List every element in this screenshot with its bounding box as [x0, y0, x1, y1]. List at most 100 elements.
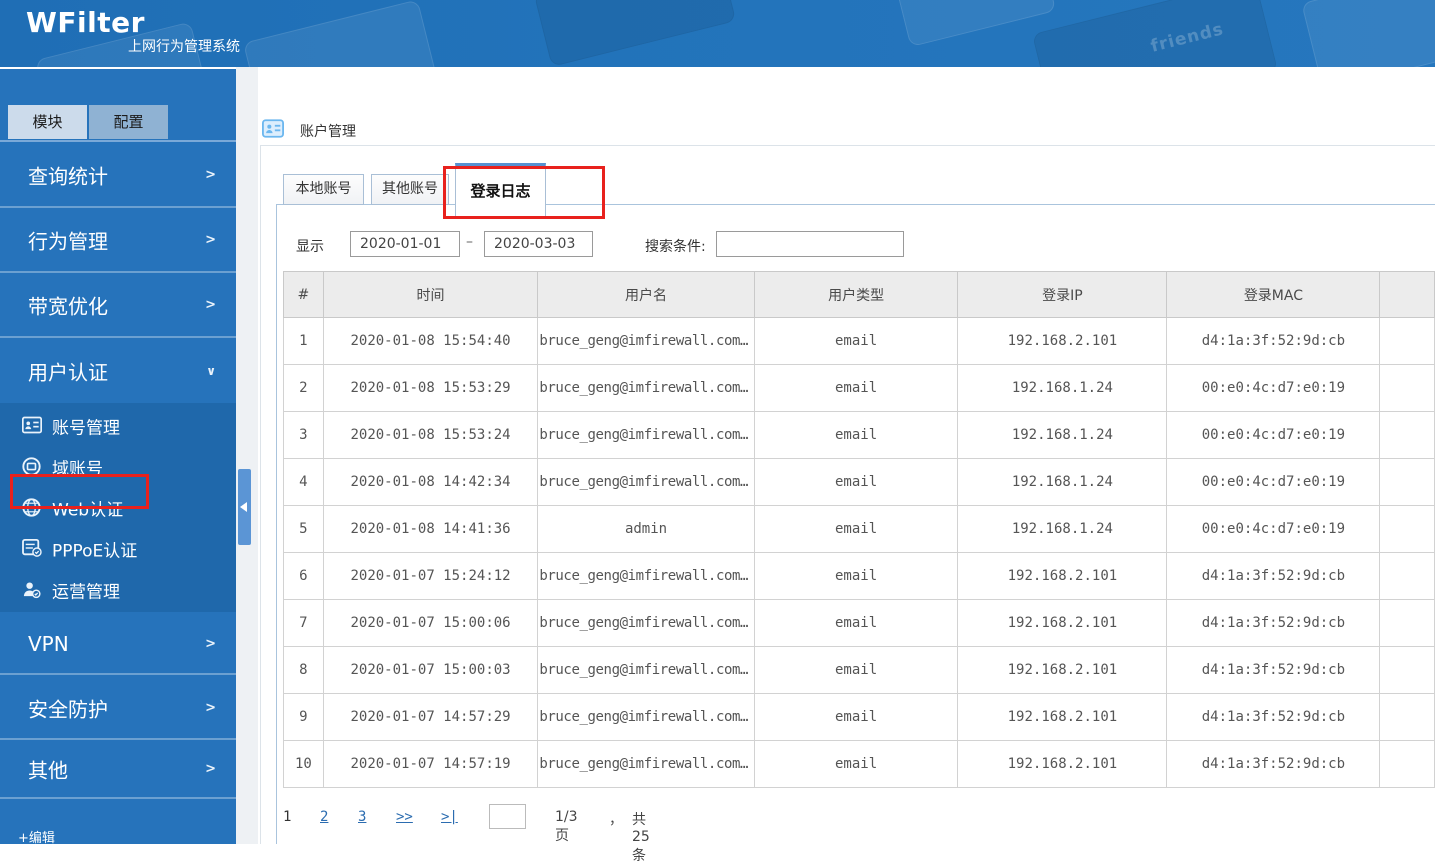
- date-range-dash: –: [466, 234, 473, 250]
- time-cell: 2020-01-07 15:00:03: [322, 646, 539, 694]
- page-link-3[interactable]: 3: [358, 809, 366, 825]
- page-number-input[interactable]: [489, 804, 526, 829]
- username-cell: bruce_geng@imfirewall.com…: [537, 364, 755, 412]
- row-index-cell: 4: [283, 458, 324, 506]
- mac-cell: d4:1a:3f:52:9d:cb: [1166, 317, 1381, 365]
- page-last-button[interactable]: >|: [441, 809, 458, 825]
- username-cell: admin: [537, 505, 755, 553]
- operator-user-icon: [22, 580, 42, 600]
- sidebar-item-label: 带宽优化: [28, 294, 108, 318]
- chevron-right-icon: >: [205, 167, 216, 182]
- time-cell: 2020-01-07 15:00:06: [322, 599, 539, 647]
- usertype-cell: email: [753, 317, 959, 365]
- page-next-button[interactable]: >>: [396, 809, 413, 825]
- ip-cell: 192.168.2.101: [957, 599, 1168, 647]
- sidebar-item-security[interactable]: 安全防护 >: [0, 677, 236, 740]
- chevron-right-icon: >: [205, 232, 216, 247]
- mac-cell: d4:1a:3f:52:9d:cb: [1166, 740, 1381, 788]
- sidebar-item-other[interactable]: 其他 >: [0, 742, 236, 795]
- sidebar-item-operation-mgmt[interactable]: 运营管理: [0, 569, 236, 610]
- app-logo: WFilter: [26, 6, 145, 39]
- chevron-right-icon: >: [205, 297, 216, 312]
- ip-cell: 192.168.2.101: [957, 646, 1168, 694]
- overflow-cell: [1379, 458, 1435, 506]
- sidebar-item-domain-account[interactable]: 域账号: [0, 446, 236, 487]
- sidebar-item-label: 安全防护: [28, 697, 108, 721]
- ip-cell: 192.168.1.24: [957, 411, 1168, 459]
- table-row: 1 2020-01-08 15:54:40 bruce_geng@imfirewal…: [283, 317, 1435, 365]
- column-header-login-ip: 登录IP: [957, 271, 1168, 318]
- sidebar-item-bandwidth[interactable]: 带宽优化 >: [0, 273, 236, 338]
- page-info: 1/3页: [555, 809, 578, 844]
- sidebar-item-web-auth[interactable]: Web认证: [0, 487, 236, 528]
- table-row: 7 2020-01-07 15:00:06 bruce_geng@imfirewal…: [283, 599, 1435, 647]
- usertype-cell: email: [753, 740, 959, 788]
- username-cell: bruce_geng@imfirewall.com…: [537, 458, 755, 506]
- tab-panel-border: [276, 204, 1435, 205]
- overflow-cell: [1379, 740, 1435, 788]
- sidebar-item-pppoe-auth[interactable]: PPPoE认证: [0, 528, 236, 569]
- overflow-cell: [1379, 364, 1435, 412]
- usertype-cell: email: [753, 599, 959, 647]
- sidebar-tab-modules[interactable]: 模块: [8, 105, 87, 139]
- tab-other-accounts[interactable]: 其他账号: [371, 174, 449, 205]
- sidebar-item-label: Web认证: [52, 500, 124, 520]
- sidebar-item-label: 查询统计: [28, 164, 108, 188]
- search-input[interactable]: [716, 231, 904, 257]
- row-index-cell: 8: [283, 646, 324, 694]
- time-cell: 2020-01-08 15:53:24: [322, 411, 539, 459]
- table-row: 4 2020-01-08 14:42:34 bruce_geng@imfirewal…: [283, 458, 1435, 506]
- ip-cell: 192.168.1.24: [957, 458, 1168, 506]
- sidebar-tab-config[interactable]: 配置: [89, 105, 168, 139]
- table-row: 3 2020-01-08 15:53:24 bruce_geng@imfirewal…: [283, 411, 1435, 459]
- sidebar-item-account-mgmt[interactable]: 账号管理: [0, 405, 236, 446]
- time-cell: 2020-01-08 14:41:36: [322, 505, 539, 553]
- date-from-input[interactable]: [350, 231, 460, 257]
- document-check-icon: [22, 538, 42, 559]
- table-row: 8 2020-01-07 15:00:03 bruce_geng@imfirewal…: [283, 646, 1435, 694]
- table-row: 10 2020-01-07 14:57:19 bruce_geng@imfirewa…: [283, 740, 1435, 788]
- column-header-index: #: [283, 271, 324, 318]
- table-row: 9 2020-01-07 14:57:29 bruce_geng@imfirewal…: [283, 693, 1435, 741]
- usertype-cell: email: [753, 458, 959, 506]
- sidebar: 模块 配置 查询统计 > 行为管理 > 带宽优化 > 用户认证 ∨ 账号管理 域…: [0, 67, 236, 846]
- mac-cell: 00:e0:4c:d7:e0:19: [1166, 411, 1381, 459]
- page-current: 1: [283, 809, 292, 825]
- page-link-2[interactable]: 2: [320, 809, 328, 825]
- row-index-cell: 2: [283, 364, 324, 412]
- mac-cell: d4:1a:3f:52:9d:cb: [1166, 552, 1381, 600]
- page-info-comma: ，: [609, 812, 623, 828]
- keyboard-decoration: [242, 0, 438, 67]
- tab-login-log[interactable]: 登录日志: [455, 163, 546, 218]
- mac-cell: d4:1a:3f:52:9d:cb: [1166, 693, 1381, 741]
- sidebar-collapse-handle[interactable]: [238, 469, 251, 545]
- keyboard-decoration: [1031, 0, 1279, 67]
- row-index-cell: 6: [283, 552, 324, 600]
- table-row: 2 2020-01-08 15:53:29 bruce_geng@imfirewal…: [283, 364, 1435, 412]
- sidebar-divider: [0, 140, 236, 142]
- sidebar-item-label: VPN: [28, 631, 69, 656]
- tab-panel-border: [276, 204, 277, 844]
- sidebar-item-behavior-mgmt[interactable]: 行为管理 >: [0, 208, 236, 273]
- mac-cell: 00:e0:4c:d7:e0:19: [1166, 505, 1381, 553]
- sidebar-item-vpn[interactable]: VPN >: [0, 614, 236, 675]
- usertype-cell: email: [753, 505, 959, 553]
- tab-local-accounts[interactable]: 本地账号: [283, 174, 364, 205]
- column-header-overflow: [1379, 271, 1435, 318]
- sidebar-item-query-stats[interactable]: 查询统计 >: [0, 143, 236, 208]
- sidebar-item-user-auth[interactable]: 用户认证 ∨: [0, 338, 236, 403]
- time-cell: 2020-01-07 14:57:29: [322, 693, 539, 741]
- column-header-username: 用户名: [537, 271, 755, 318]
- tab-label: 登录日志: [470, 182, 531, 200]
- id-card-icon: [22, 416, 42, 436]
- edit-menu-button[interactable]: +编辑: [18, 827, 55, 846]
- column-header-time: 时间: [322, 271, 539, 318]
- account-card-icon: [262, 119, 284, 138]
- time-cell: 2020-01-07 15:24:12: [322, 552, 539, 600]
- sidebar-item-label: 用户认证: [28, 360, 108, 384]
- date-to-input[interactable]: [484, 231, 593, 257]
- show-label: 显示: [296, 239, 324, 255]
- overflow-cell: [1379, 411, 1435, 459]
- row-index-cell: 7: [283, 599, 324, 647]
- sidebar-edit-area: +编辑: [0, 797, 236, 846]
